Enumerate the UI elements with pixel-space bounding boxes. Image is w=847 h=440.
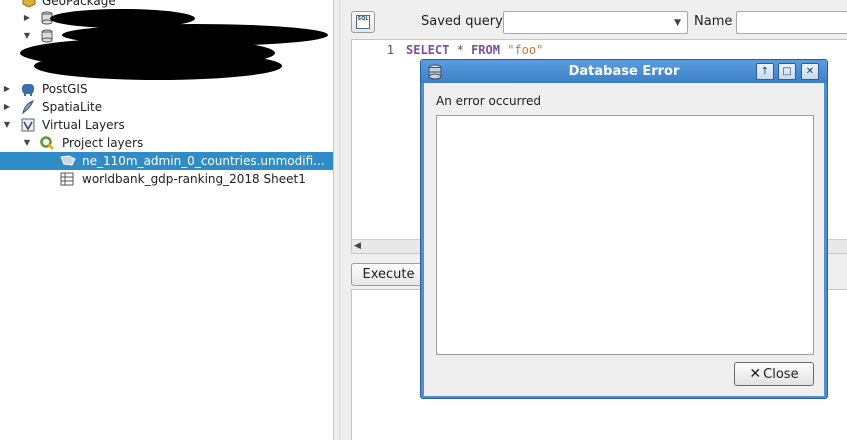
sql-string: "foo" bbox=[507, 43, 544, 57]
database-error-dialog: Database Error ↑ □ ✕ An error occurred ✕… bbox=[420, 59, 828, 399]
name-input[interactable] bbox=[736, 11, 847, 34]
tree-item-postgis[interactable]: ▶ PostGIS bbox=[0, 80, 333, 98]
saved-query-label: Saved query bbox=[421, 14, 503, 29]
tree-item-label: Virtual Layers bbox=[42, 118, 125, 132]
tree-item-label: ne_110m_admin_0_countries.unmodifi... bbox=[82, 154, 325, 168]
name-label: Name bbox=[694, 14, 733, 29]
database-icon bbox=[40, 29, 54, 43]
tree-item-label: PostGIS bbox=[42, 82, 88, 96]
collapse-arrow-icon[interactable]: ▼ bbox=[22, 27, 32, 45]
tree-item-label: worldbank_gdp-ranking_2018 Sheet1 bbox=[82, 172, 306, 186]
line-number: 1 bbox=[386, 43, 394, 57]
polygon-layer-icon bbox=[60, 154, 76, 168]
redaction-mark bbox=[34, 52, 282, 80]
execute-button[interactable]: Execute bbox=[351, 263, 426, 286]
dialog-titlebar[interactable]: Database Error ↑ □ ✕ bbox=[421, 60, 827, 83]
tree-item-ne-110m-countries[interactable]: ne_110m_admin_0_countries.unmodifi... bbox=[0, 152, 333, 170]
saved-query-select[interactable]: ▼ bbox=[503, 11, 688, 34]
sql-keyword: SELECT bbox=[406, 43, 450, 57]
expand-arrow-icon[interactable]: ▶ bbox=[2, 80, 12, 98]
sql-code-line: SELECT * FROM "foo" bbox=[406, 43, 543, 57]
postgis-elephant-icon bbox=[21, 82, 35, 96]
close-icon: ✕ bbox=[749, 366, 762, 382]
table-layer-icon bbox=[60, 172, 74, 186]
geopackage-icon bbox=[22, 0, 36, 8]
chevron-down-icon: ▼ bbox=[674, 18, 681, 28]
collapse-arrow-icon[interactable]: ▼ bbox=[22, 134, 32, 152]
tree-item-worldbank-gdp[interactable]: worldbank_gdp-ranking_2018 Sheet1 bbox=[0, 170, 333, 188]
tree-item-project-layers[interactable]: ▼ Project layers bbox=[0, 134, 333, 152]
sql-keyword: FROM bbox=[471, 43, 500, 57]
close-button[interactable]: ✕ Close bbox=[734, 362, 814, 386]
close-button-label: Close bbox=[763, 367, 799, 382]
keep-above-button[interactable]: ↑ bbox=[756, 63, 774, 80]
expand-arrow-icon[interactable]: ▶ bbox=[2, 98, 12, 116]
tree-item-virtual-layers[interactable]: ▼ Virtual Layers bbox=[0, 116, 333, 134]
maximize-button[interactable]: □ bbox=[778, 63, 796, 80]
spatialite-feather-icon bbox=[21, 100, 35, 115]
sql-icon: SQL bbox=[356, 15, 370, 29]
window-close-button[interactable]: ✕ bbox=[801, 63, 819, 80]
dialog-body: An error occurred ✕ Close bbox=[424, 83, 824, 396]
error-message: An error occurred bbox=[436, 94, 542, 108]
panel-splitter[interactable] bbox=[333, 0, 340, 440]
line-number-gutter: 1 bbox=[352, 40, 404, 240]
browser-tree: GeoPackage ▶ ▼ ▶ PostGIS ▶ SpatiaLite ▼ bbox=[0, 0, 333, 440]
collapse-arrow-icon[interactable]: ▼ bbox=[2, 116, 12, 134]
expand-arrow-icon[interactable]: ▶ bbox=[22, 9, 32, 27]
virtual-layer-icon bbox=[21, 118, 35, 132]
tree-item-spatialite[interactable]: ▶ SpatiaLite bbox=[0, 98, 333, 116]
scroll-left-arrow-icon[interactable]: ◀ bbox=[354, 241, 361, 251]
tree-item-label: SpatiaLite bbox=[42, 100, 103, 114]
sql-query-builder-button[interactable]: SQL bbox=[351, 11, 375, 33]
qgis-logo-icon bbox=[40, 136, 54, 150]
tree-item-label: Project layers bbox=[62, 136, 144, 150]
sql-operator: * bbox=[456, 43, 464, 57]
error-detail-textbox[interactable] bbox=[436, 115, 814, 355]
